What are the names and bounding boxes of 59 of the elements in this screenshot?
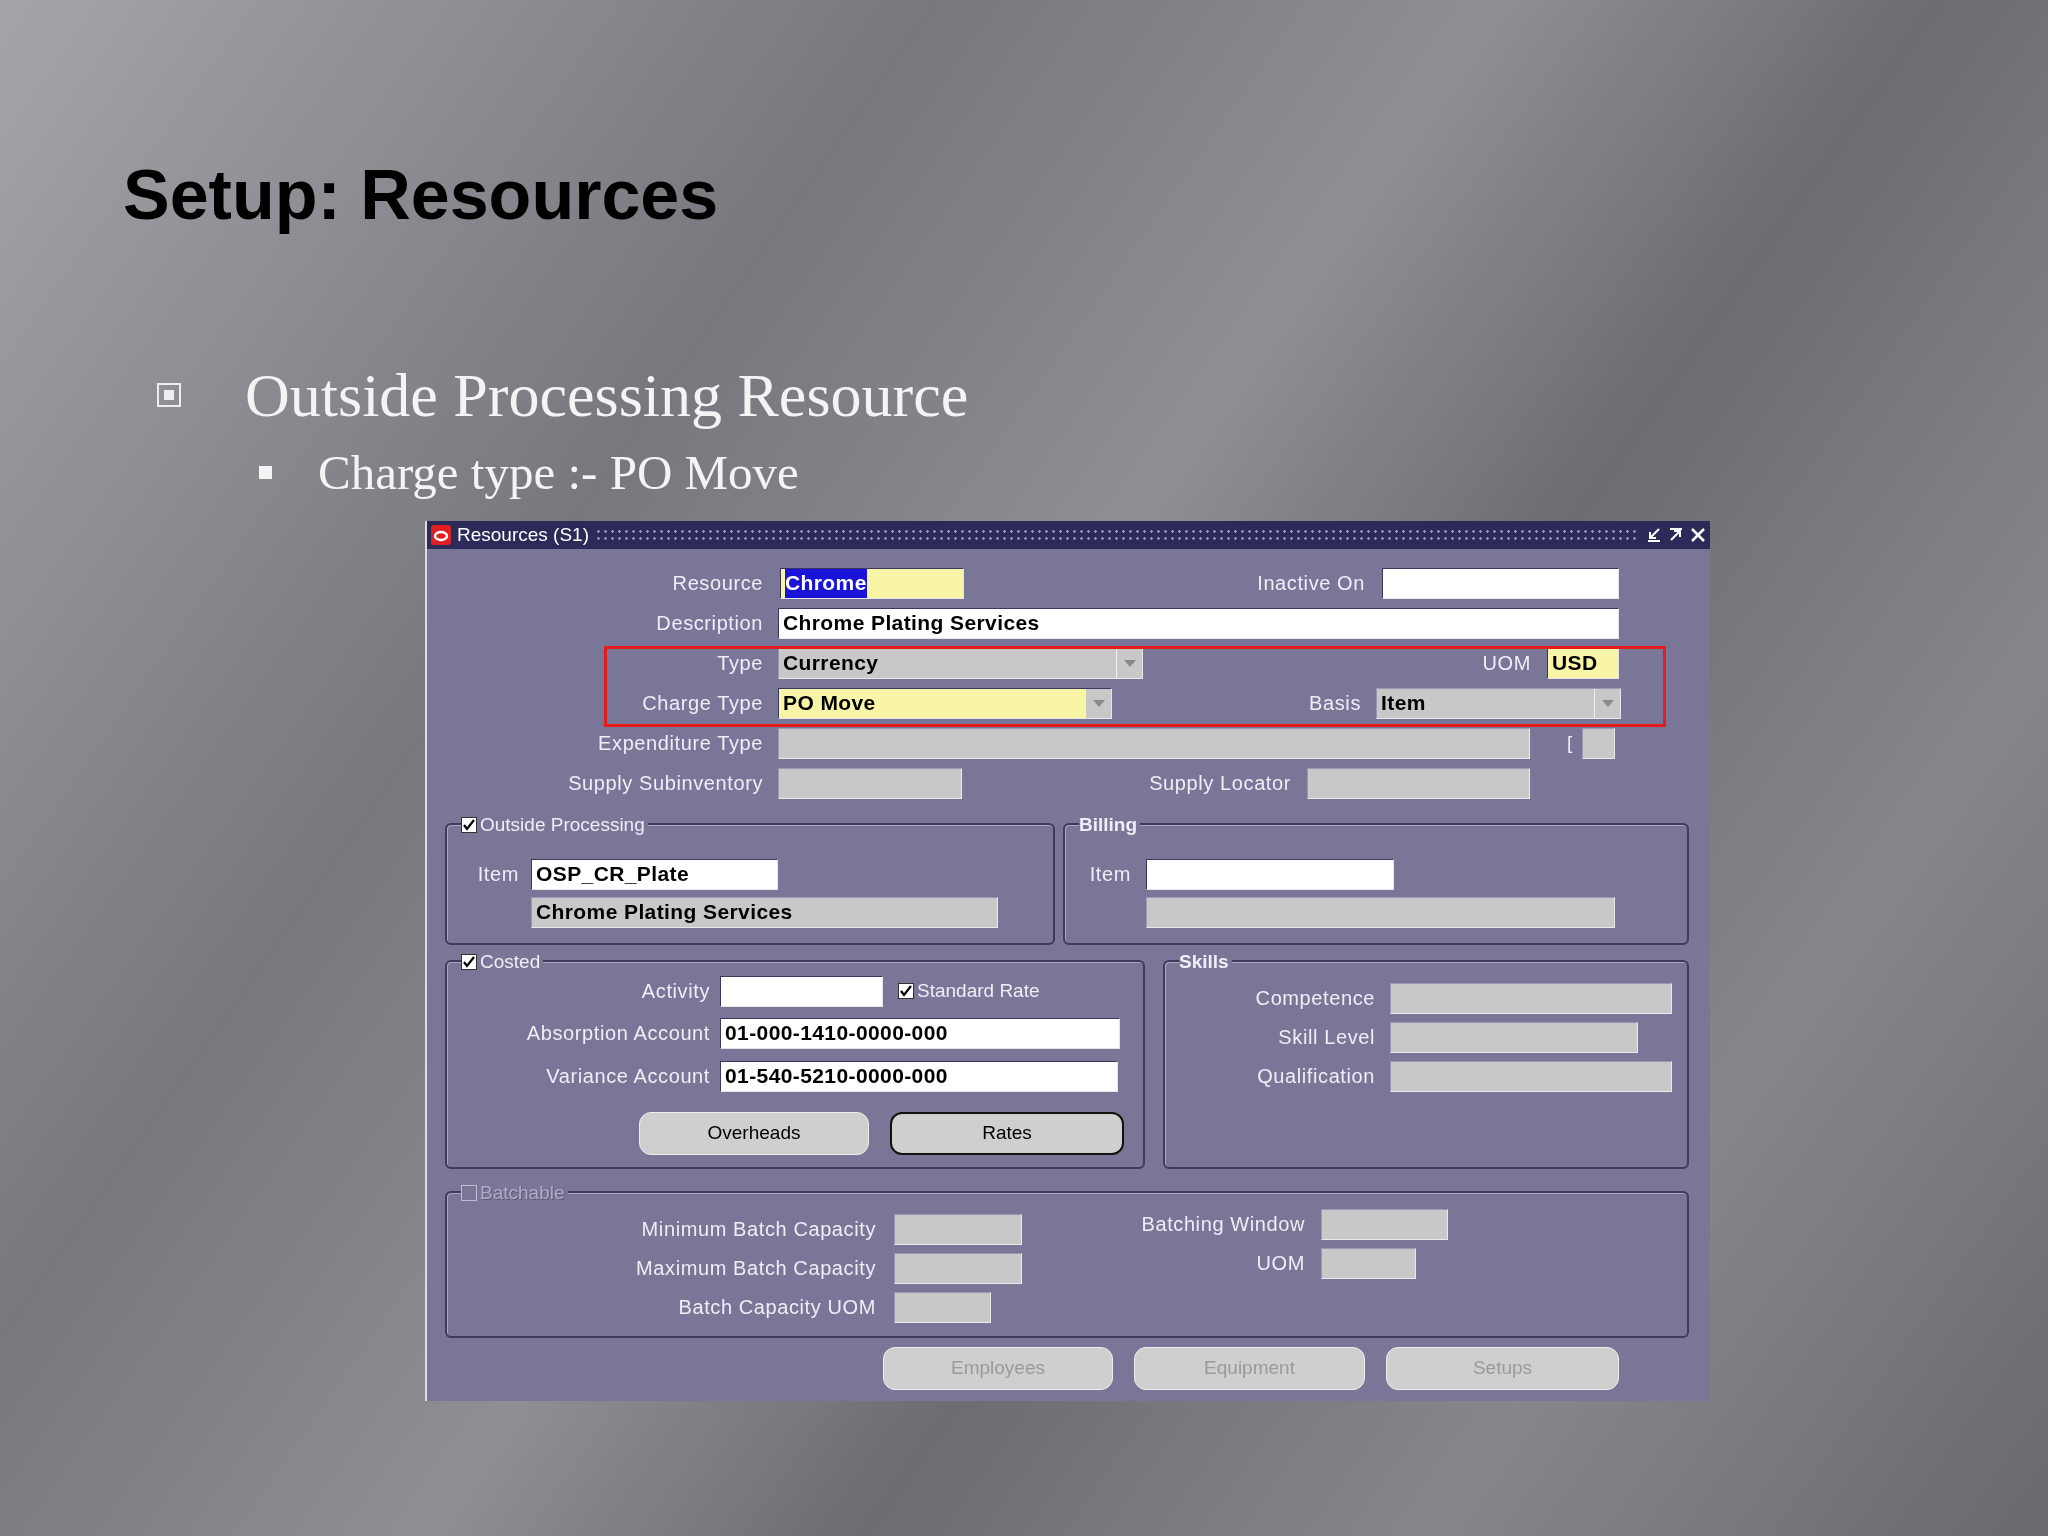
field-label: Item [477, 862, 519, 887]
dropdown-field[interactable]: PO Move [778, 687, 1112, 719]
field-label: Batching Window [1141, 1212, 1305, 1237]
field-label: Supply Locator [1149, 771, 1291, 796]
close-icon[interactable] [1690, 527, 1706, 543]
checkbox-label: Costed [480, 950, 541, 974]
checkbox-label: Batchable [480, 1181, 565, 1205]
field-label: Qualification [1257, 1064, 1375, 1089]
field-label: Basis [1309, 691, 1361, 716]
group-title: Billing [1079, 813, 1138, 837]
field-label: Maximum Batch Capacity [636, 1256, 876, 1281]
field-label: Skill Level [1278, 1025, 1375, 1050]
form-button[interactable]: Overheads [639, 1112, 869, 1155]
caret-icon [1123, 659, 1136, 667]
field-label: UOM [1256, 1251, 1305, 1276]
square-bullet-icon [157, 383, 181, 407]
text-field[interactable]: Chrome Plating Services [778, 607, 1619, 639]
check-icon [900, 985, 912, 997]
group-title: Skills [1179, 950, 1229, 974]
field-label: Supply Subinventory [568, 771, 763, 796]
caret-icon [1092, 699, 1105, 707]
checkbox[interactable] [461, 817, 477, 834]
field-label: UOM [1482, 651, 1531, 676]
check-icon [463, 819, 475, 832]
field-label: Description [656, 611, 763, 636]
field-label: Expenditure Type [598, 731, 763, 756]
text-field[interactable]: USD [1547, 647, 1619, 679]
field-label: Minimum Batch Capacity [641, 1217, 876, 1242]
bullet-icon [259, 466, 272, 479]
checkbox[interactable] [461, 954, 477, 971]
field-label: Competence [1255, 986, 1375, 1011]
text-field[interactable]: Chrome [780, 567, 964, 599]
field-label: Inactive On [1257, 571, 1365, 596]
caret-icon [1601, 699, 1614, 707]
field-label: Type [717, 651, 763, 676]
checkbox-label: Outside Processing [480, 813, 645, 837]
field-label: Batch Capacity UOM [678, 1295, 876, 1320]
app-icon [431, 525, 451, 545]
field-label: Absorption Account [526, 1021, 710, 1046]
field-label: Activity [641, 979, 710, 1004]
field-label: Item [1089, 862, 1131, 887]
minimize-icon[interactable] [1646, 527, 1662, 543]
bracket-text: [ [1567, 730, 1573, 755]
checkbox-label: Standard Rate [917, 978, 1040, 1003]
text-field[interactable] [720, 975, 883, 1007]
text-field[interactable] [1146, 858, 1394, 890]
text-field[interactable]: OSP_CR_Plate [531, 858, 778, 890]
text-field[interactable]: 01-540-5210-0000-000 [720, 1060, 1118, 1092]
maximize-icon[interactable] [1668, 527, 1684, 543]
field-label: Charge Type [642, 691, 763, 716]
bullet-text: Charge type :- PO Move [318, 448, 799, 497]
window-title: Resources (S1) [457, 522, 589, 547]
check-icon [463, 956, 475, 969]
field-label: Resource [672, 571, 763, 596]
checkbox[interactable] [898, 983, 914, 999]
field-label: Variance Account [546, 1064, 710, 1089]
form-button[interactable]: Rates [890, 1112, 1124, 1155]
text-field[interactable]: 01-000-1410-0000-000 [720, 1017, 1120, 1049]
text-field[interactable] [1382, 567, 1619, 599]
